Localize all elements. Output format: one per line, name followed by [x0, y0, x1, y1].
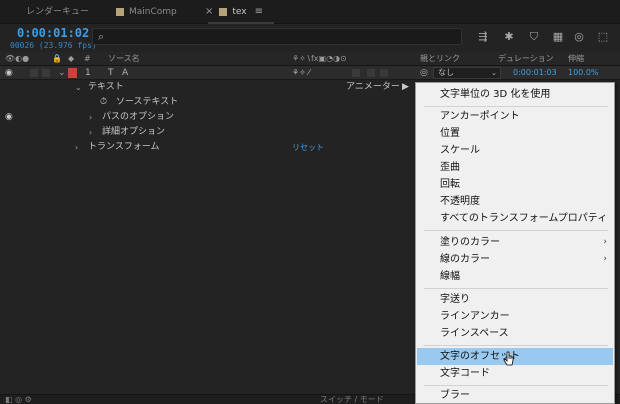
search-input[interactable]: ⌕ [92, 28, 462, 45]
switches-modes-toggle[interactable]: スイッチ / モード [320, 395, 384, 404]
twirl-right-icon[interactable]: › [75, 141, 78, 154]
current-time[interactable]: 0:00:01:02 [17, 26, 89, 40]
twirl-right-icon[interactable]: › [89, 111, 92, 124]
text-layer-icon: T [108, 68, 114, 78]
reset-link[interactable]: リセット [292, 141, 324, 154]
motion-blur-icon[interactable]: ◎ [572, 31, 586, 43]
composition-icon [116, 7, 124, 16]
switch-column-icons: ⚘✧∖fx▣◔◑⊙ [292, 54, 347, 63]
twirl-down-icon[interactable]: ⌄ [75, 81, 82, 94]
chevron-down-icon: ⌄ [491, 69, 497, 77]
stopwatch-icon[interactable]: ⏱ [100, 96, 107, 109]
close-icon[interactable]: × [205, 0, 213, 24]
menu-item-opacity[interactable]: 不透明度 [417, 193, 613, 210]
tab-render-queue[interactable]: レンダーキュー [26, 0, 89, 24]
comp-flowchart-icon[interactable]: ⇶ [476, 31, 490, 43]
animator-label: アニメーター : [346, 82, 406, 92]
search-icon: ⌕ [98, 30, 105, 43]
solo-checkbox[interactable] [30, 69, 38, 77]
property-more-options[interactable]: › 詳細オプション [0, 125, 415, 140]
property-path-options[interactable]: ◉ › パスのオプション [0, 110, 415, 125]
footer-icons[interactable]: ◧ ◎ ⚙ [5, 395, 32, 404]
menu-item-character-offset[interactable]: 文字のオフセット [417, 348, 613, 365]
switch-box[interactable] [352, 69, 360, 77]
menu-item-character-value[interactable]: 文字コード [417, 365, 613, 382]
layer-number: 1 [85, 68, 91, 78]
menu-item-scale[interactable]: スケール [417, 142, 613, 159]
label-color[interactable] [68, 68, 77, 78]
column-parent[interactable]: 親とリンク [420, 53, 460, 65]
menu-separator [424, 106, 608, 107]
timeline-toolbar: 0:00:01:02 00026 (23.976 fps) ⌕ ⇶ ✱ ⛉ ▦ … [0, 24, 620, 52]
switch-box[interactable] [380, 69, 388, 77]
submenu-arrow-icon: › [603, 254, 607, 264]
layer-name[interactable]: A [122, 67, 128, 79]
eye-icon[interactable]: ◉ [5, 111, 13, 124]
layer-switch-icons[interactable]: ⚘✧ ⁄ [292, 67, 310, 79]
label-column-icon: ◆ [68, 54, 75, 63]
av-switch-icons: 👁◐● [5, 54, 30, 63]
menu-separator [424, 385, 608, 386]
draft-3d-icon[interactable]: ✱ [502, 31, 516, 43]
menu-item-tracking[interactable]: 字送り [417, 291, 613, 308]
property-transform[interactable]: › トランスフォーム リセット [0, 140, 415, 155]
menu-separator [424, 288, 608, 289]
layer-stretch[interactable]: 100.0% [568, 67, 599, 79]
column-header: 👁◐● 🔒 ◆ # ソース名 ⚘✧∖fx▣◔◑⊙ 親とリンク デュレーション 伸… [0, 52, 620, 66]
menu-item-position[interactable]: 位置 [417, 125, 613, 142]
frame-blending-icon[interactable]: ▦ [551, 31, 565, 43]
column-stretch[interactable]: 伸縮 [568, 53, 584, 65]
menu-item-line-anchor[interactable]: ラインアンカー [417, 308, 613, 325]
animator-play-icon[interactable]: ▶ [402, 81, 409, 94]
column-duration[interactable]: デュレーション [498, 53, 554, 65]
property-source-text[interactable]: ⏱ ソーステキスト [0, 95, 415, 110]
layer-row[interactable]: ◉ ⌄ 1 T A ⚘✧ ⁄ ◎ なし ⌄ 0:00:01:03 100.0% [0, 66, 620, 80]
panel-menu-icon[interactable]: ≡ [255, 0, 263, 24]
lock-column-icon: 🔒 [52, 54, 62, 63]
menu-item-stroke-color[interactable]: 線のカラー › [417, 251, 613, 268]
menu-item-all-transform[interactable]: すべてのトランスフォームプロパティ [417, 210, 613, 227]
menu-separator [424, 230, 608, 231]
layer-duration[interactable]: 0:00:01:03 [513, 67, 557, 79]
menu-item-rotation[interactable]: 回転 [417, 176, 613, 193]
menu-separator [424, 345, 608, 346]
lock-checkbox[interactable] [42, 69, 50, 77]
menu-item-per-character-3d[interactable]: 文字単位の 3D 化を使用 [417, 86, 613, 103]
graph-editor-icon[interactable]: ⬚ [596, 31, 610, 43]
menu-item-blur[interactable]: ブラー [417, 387, 613, 404]
pick-whip-icon[interactable]: ◎ [420, 67, 428, 79]
animator-context-menu: 文字単位の 3D 化を使用 アンカーポイント 位置 スケール 歪曲 回転 不透明… [415, 82, 615, 404]
eye-icon[interactable]: ◉ [5, 67, 13, 79]
twirl-right-icon[interactable]: › [89, 126, 92, 139]
frame-count: 00026 (23.976 fps) [10, 41, 97, 50]
column-source-name[interactable]: ソース名 [108, 53, 140, 65]
tab-maincomp[interactable]: MainComp [116, 0, 177, 24]
menu-item-stroke-width[interactable]: 線幅 [417, 268, 613, 285]
submenu-arrow-icon: › [603, 237, 607, 247]
tab-tex[interactable]: × tex ≡ [205, 0, 263, 24]
menu-item-fill-color[interactable]: 塗りのカラー › [417, 234, 613, 251]
twirl-down-icon[interactable]: ⌄ [58, 67, 66, 79]
tab-bar: レンダーキュー MainComp × tex ≡ [0, 0, 620, 24]
composition-icon [219, 7, 228, 16]
shy-layers-icon[interactable]: ⛉ [527, 31, 541, 43]
menu-item-line-spacing[interactable]: ラインスペース [417, 325, 613, 342]
property-text[interactable]: ⌄ テキスト アニメーター : ▶ [0, 80, 415, 95]
parent-dropdown[interactable]: なし ⌄ [433, 67, 501, 79]
column-number: # [84, 54, 91, 63]
menu-item-anchor-point[interactable]: アンカーポイント [417, 108, 613, 125]
menu-item-skew[interactable]: 歪曲 [417, 159, 613, 176]
hand-cursor-icon [503, 351, 514, 366]
switch-box[interactable] [367, 69, 375, 77]
